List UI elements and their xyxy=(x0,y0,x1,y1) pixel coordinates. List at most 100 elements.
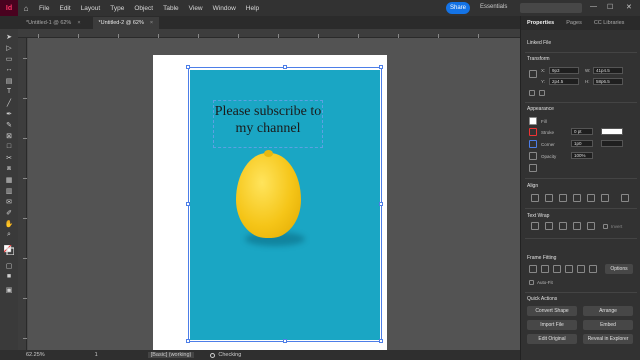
tab-cc-libraries[interactable]: CC Libraries xyxy=(588,16,631,30)
arrange-button[interactable]: Arrange xyxy=(583,306,633,316)
formatting-affects-container-icon[interactable]: ▢ xyxy=(4,261,14,270)
zoom-level[interactable]: 62.25% xyxy=(26,352,45,358)
reference-point-icon[interactable] xyxy=(529,70,537,78)
handle-top-left[interactable] xyxy=(186,65,190,69)
vertical-ruler[interactable] xyxy=(18,38,27,350)
share-button[interactable]: Share xyxy=(446,2,470,14)
handle-middle-left[interactable] xyxy=(186,202,190,206)
handle-top-right[interactable] xyxy=(379,65,383,69)
hand-tool-icon[interactable]: ✋ xyxy=(4,219,14,228)
corner-shape-dropdown[interactable] xyxy=(601,140,623,147)
content-aware-fit-icon[interactable] xyxy=(589,265,597,273)
note-tool-icon[interactable]: ✉ xyxy=(4,197,14,206)
invert-checkbox[interactable] xyxy=(603,224,608,229)
tab-pages[interactable]: Pages xyxy=(560,16,588,30)
screen-mode-icon[interactable]: ▣ xyxy=(4,285,14,294)
page-tool-icon[interactable]: ▭ xyxy=(4,54,14,63)
menu-help[interactable]: Help xyxy=(241,5,264,12)
auto-fit-checkbox[interactable] xyxy=(529,280,534,285)
stroke-weight-field[interactable]: 0 pt xyxy=(571,128,593,135)
content-collector-icon[interactable]: ▤ xyxy=(4,76,14,85)
corner-icon[interactable] xyxy=(529,140,537,148)
align-bottom-icon[interactable] xyxy=(601,194,609,202)
align-left-icon[interactable] xyxy=(531,194,539,202)
edit-original-button[interactable]: Edit Original xyxy=(527,334,577,344)
home-icon[interactable]: ⌂ xyxy=(18,4,34,13)
reveal-in-explorer-button[interactable]: Reveal in Explorer xyxy=(583,334,633,344)
import-file-button[interactable]: Import File xyxy=(527,320,577,330)
maximize-icon[interactable]: ☐ xyxy=(607,3,613,11)
corner-size-field[interactable]: 1p0 xyxy=(571,140,593,147)
wrap-jump-icon[interactable] xyxy=(573,222,581,230)
convert-shape-button[interactable]: Convert Shape xyxy=(527,306,577,316)
w-field[interactable]: 41p4.5 xyxy=(593,67,623,74)
handle-bottom-left[interactable] xyxy=(186,339,190,343)
fit-content-icon[interactable] xyxy=(541,265,549,273)
menu-layout[interactable]: Layout xyxy=(76,5,106,12)
horizontal-ruler[interactable] xyxy=(18,29,520,38)
search-input[interactable] xyxy=(520,3,582,13)
embed-button[interactable]: Embed xyxy=(583,320,633,330)
tab-properties[interactable]: Properties xyxy=(521,16,560,30)
menu-object[interactable]: Object xyxy=(129,5,158,12)
fill-frame-icon[interactable] xyxy=(529,265,537,273)
h-field[interactable]: 58p6.5 xyxy=(593,78,623,85)
style-indicator[interactable]: [Basic] (working) xyxy=(147,352,195,358)
handle-bottom-right[interactable] xyxy=(379,339,383,343)
free-transform-tool-icon[interactable]: ⧈ xyxy=(4,164,14,173)
wrap-none-icon[interactable] xyxy=(531,222,539,230)
handle-bottom-center[interactable] xyxy=(283,339,287,343)
rectangle-frame-tool-icon[interactable]: ⊠ xyxy=(4,131,14,140)
eyedropper-tool-icon[interactable]: ✐ xyxy=(4,208,14,217)
stroke-swatch-icon[interactable] xyxy=(529,128,537,136)
wrap-next-column-icon[interactable] xyxy=(587,222,595,230)
center-content-icon[interactable] xyxy=(577,265,585,273)
y-field[interactable]: 2p4.5 xyxy=(549,78,579,85)
type-tool-icon[interactable]: T xyxy=(4,87,14,96)
wrap-bounding-icon[interactable] xyxy=(545,222,553,230)
menu-table[interactable]: Table xyxy=(158,5,184,12)
align-middle-icon[interactable] xyxy=(587,194,595,202)
opacity-field[interactable]: 100% xyxy=(571,152,593,159)
zoom-tool-icon[interactable]: ⌕ xyxy=(4,230,14,239)
align-right-icon[interactable] xyxy=(559,194,567,202)
menu-edit[interactable]: Edit xyxy=(54,5,75,12)
close-tab-icon[interactable]: × xyxy=(77,20,80,26)
minimize-icon[interactable]: — xyxy=(590,3,597,10)
x-field[interactable]: 9p3 xyxy=(549,67,579,74)
apply-color-icon[interactable]: ■ xyxy=(4,272,14,281)
fx-icon[interactable] xyxy=(529,164,537,172)
rotate-icon[interactable] xyxy=(529,90,535,96)
pencil-tool-icon[interactable]: ✎ xyxy=(4,120,14,129)
options-button[interactable]: Options xyxy=(605,264,633,274)
handle-top-center[interactable] xyxy=(283,65,287,69)
preflight-status[interactable]: Checking xyxy=(210,352,241,358)
gradient-feather-icon[interactable]: ▥ xyxy=(4,186,14,195)
gradient-tool-icon[interactable]: ▦ xyxy=(4,175,14,184)
page-number[interactable]: 1 xyxy=(95,352,98,358)
close-tab-icon[interactable]: × xyxy=(150,20,153,26)
align-more-icon[interactable] xyxy=(621,194,629,202)
handle-middle-right[interactable] xyxy=(379,202,383,206)
gap-tool-icon[interactable]: ↔ xyxy=(4,65,14,74)
close-icon[interactable]: ✕ xyxy=(626,3,632,11)
menu-window[interactable]: Window xyxy=(208,5,241,12)
align-center-icon[interactable] xyxy=(545,194,553,202)
menu-type[interactable]: Type xyxy=(105,5,129,12)
menu-view[interactable]: View xyxy=(184,5,208,12)
flip-icon[interactable] xyxy=(539,90,545,96)
text-frame[interactable]: Please subscribe to my channel xyxy=(213,100,323,148)
line-tool-icon[interactable]: ╱ xyxy=(4,98,14,107)
tab-untitled-1[interactable]: *Untitled-1 @ 62% × xyxy=(20,17,87,29)
fit-proportional-icon[interactable] xyxy=(553,265,561,273)
direct-selection-tool-icon[interactable]: ▷ xyxy=(4,43,14,52)
pen-tool-icon[interactable]: ✒ xyxy=(4,109,14,118)
rectangle-tool-icon[interactable]: □ xyxy=(4,142,14,151)
wrap-shape-icon[interactable] xyxy=(559,222,567,230)
fill-swatch-icon[interactable] xyxy=(529,117,537,125)
fit-frame-icon[interactable] xyxy=(565,265,573,273)
scissors-tool-icon[interactable]: ✂ xyxy=(4,153,14,162)
stroke-type-dropdown[interactable] xyxy=(601,128,623,135)
workspace-switcher[interactable]: Essentials xyxy=(480,4,507,10)
align-top-icon[interactable] xyxy=(573,194,581,202)
